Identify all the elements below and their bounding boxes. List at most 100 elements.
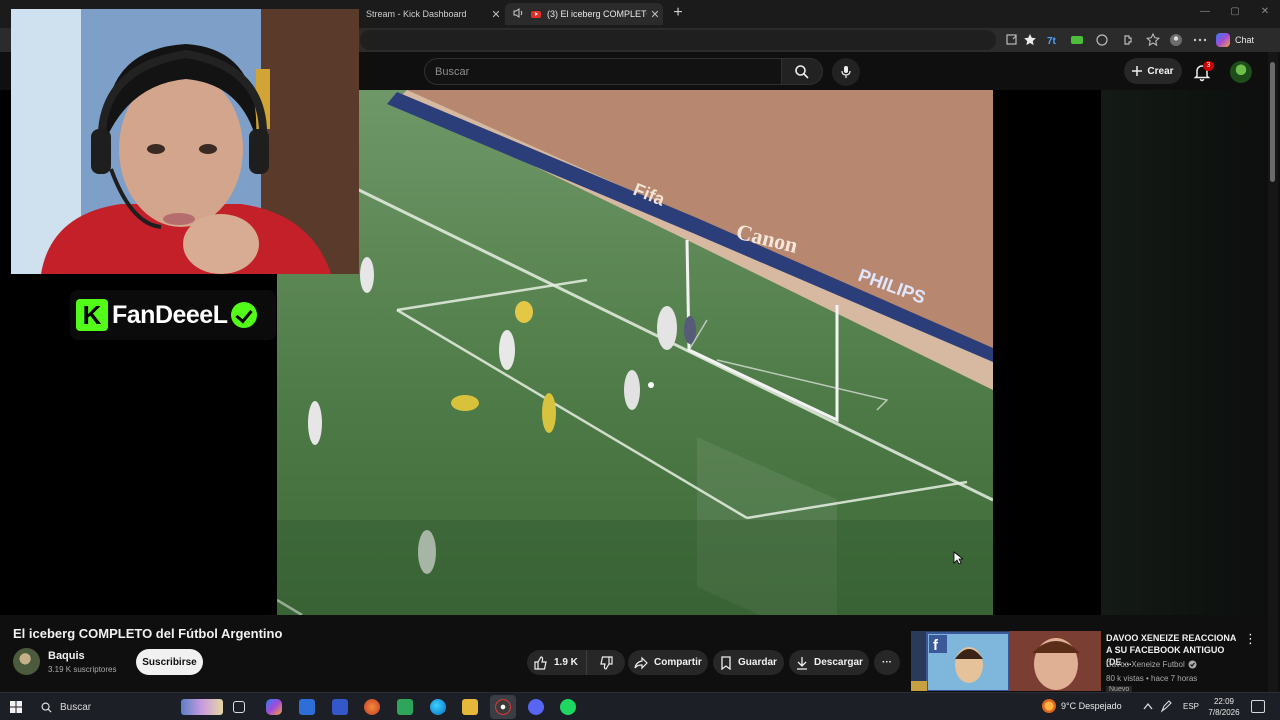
store-icon[interactable]: [397, 699, 413, 715]
voice-search-button[interactable]: [832, 58, 860, 86]
side-panel-background: [1101, 90, 1270, 615]
recommended-video-thumbnail[interactable]: f: [911, 631, 1101, 691]
search-icon: [41, 702, 52, 713]
create-label: Crear: [1147, 65, 1174, 77]
share-icon: [634, 656, 648, 669]
thumbs-up-icon: [534, 655, 547, 670]
create-button[interactable]: Crear: [1124, 58, 1182, 84]
discord-icon[interactable]: [528, 699, 544, 715]
search-button[interactable]: [781, 58, 823, 85]
download-button[interactable]: Descargar: [789, 650, 869, 675]
channel-name[interactable]: Baquis: [48, 650, 85, 662]
profile-icon[interactable]: [1168, 32, 1184, 48]
brave-browser-icon[interactable]: [364, 699, 380, 715]
recommended-more-options-icon[interactable]: ⋮: [1244, 632, 1257, 648]
vscode-icon[interactable]: [299, 699, 315, 715]
more-actions-button[interactable]: ···: [874, 650, 900, 675]
webcam-feed: [11, 9, 359, 274]
download-icon: [797, 656, 807, 670]
chevron-up-icon[interactable]: [1143, 702, 1153, 710]
obs-studio-icon[interactable]: [495, 699, 511, 715]
copilot-chat-button[interactable]: Chat: [1216, 31, 1254, 49]
streamer-webcam: [11, 9, 359, 274]
video-title: El iceberg COMPLETO del Fútbol Argentino: [13, 626, 283, 641]
save-label: Guardar: [738, 657, 777, 668]
recommended-thumbnail-image: f: [911, 631, 1101, 691]
tab-title: Stream - Kick Dashboard: [366, 9, 467, 19]
tab-youtube-video[interactable]: (3) El iceberg COMPLETO del ✕: [505, 3, 663, 25]
copilot-taskbar-icon[interactable]: [266, 699, 282, 715]
subscribe-button[interactable]: Suscribirse: [136, 649, 203, 675]
youtube-favicon-icon: [531, 10, 541, 18]
speaker-icon[interactable]: [513, 8, 527, 20]
recommended-channel-name: Davoo Xeneize Futbol: [1106, 660, 1185, 669]
settings-more-icon[interactable]: [1192, 32, 1208, 48]
tab-kick-dashboard[interactable]: Stream - Kick Dashboard ✕: [358, 3, 504, 25]
search-highlight-icon[interactable]: [181, 699, 223, 715]
football-match-scene: Fifa Canon PHILIPS: [277, 90, 993, 615]
save-button[interactable]: Guardar: [713, 650, 784, 675]
brand-text: FanDeeeL: [112, 300, 228, 329]
weather-text: 9°C Despejado: [1061, 701, 1122, 711]
notification-center-icon[interactable]: [1251, 700, 1265, 713]
plus-icon: [1132, 66, 1143, 76]
channel-avatar[interactable]: [13, 648, 40, 675]
microphone-icon: [841, 66, 851, 78]
video-frame[interactable]: Fifa Canon PHILIPS: [277, 90, 993, 615]
share-label: Compartir: [654, 657, 702, 668]
like-button[interactable]: 1.9 K: [527, 650, 587, 675]
windows-taskbar: Buscar 9°C Despejado ESP 22:09 7/8/2026: [0, 692, 1280, 720]
windows-start-icon[interactable]: [10, 701, 22, 713]
copilot-icon: [1216, 33, 1230, 47]
extension-green-icon[interactable]: [1069, 32, 1085, 48]
file-explorer-icon[interactable]: [462, 699, 478, 715]
mouse-cursor-icon: [953, 551, 963, 565]
edge-browser-icon[interactable]: [430, 699, 446, 715]
clock[interactable]: 22:09 7/8/2026: [1204, 696, 1244, 718]
notification-count-badge: 3: [1203, 61, 1214, 71]
dislike-button[interactable]: [587, 655, 625, 670]
favorites-icon[interactable]: [1145, 32, 1161, 48]
scrollbar-thumb[interactable]: [1270, 62, 1275, 182]
page-scrollbar[interactable]: [1268, 52, 1278, 692]
download-label: Descargar: [814, 657, 863, 668]
address-bar[interactable]: [360, 30, 996, 50]
close-tab-icon[interactable]: ✕: [647, 8, 663, 21]
svg-text:7t: 7t: [1047, 36, 1057, 47]
close-window-button[interactable]: ✕: [1250, 6, 1280, 17]
spotify-icon[interactable]: [560, 699, 576, 715]
extension-puzzle-icon[interactable]: [1094, 32, 1110, 48]
extension-translate-icon[interactable]: 7t: [1046, 32, 1062, 48]
tab-title: (3) El iceberg COMPLETO del: [547, 9, 647, 19]
search-box[interactable]: [424, 58, 782, 85]
close-tab-icon[interactable]: ✕: [488, 8, 504, 21]
like-count: 1.9 K: [554, 657, 578, 668]
weather-widget[interactable]: 9°C Despejado: [1042, 699, 1122, 713]
fandeel-brand-logo: K FanDeeeL: [70, 290, 276, 340]
minimize-button[interactable]: —: [1190, 6, 1220, 17]
kick-logo-icon: K: [76, 299, 108, 331]
pen-input-icon[interactable]: [1160, 700, 1173, 713]
video-info-bar: El iceberg COMPLETO del Fútbol Argentino…: [0, 615, 1270, 692]
app-blue-icon[interactable]: [332, 699, 348, 715]
recommended-video-meta: 80 k vistas • hace 7 horas: [1106, 674, 1198, 683]
language-indicator[interactable]: ESP: [1183, 702, 1199, 711]
search-input[interactable]: [425, 59, 781, 84]
weather-sun-icon: [1042, 699, 1056, 713]
app-available-icon[interactable]: [1004, 32, 1020, 48]
subscriber-count: 3.19 K suscriptores: [48, 665, 117, 674]
maximize-button[interactable]: ▢: [1220, 6, 1250, 17]
recommended-channel[interactable]: Davoo Xeneize Futbol: [1106, 660, 1197, 669]
share-button[interactable]: Compartir: [628, 650, 708, 675]
clock-date: 7/8/2026: [1208, 708, 1240, 717]
user-avatar[interactable]: [1230, 61, 1252, 83]
like-dislike-group: 1.9 K: [527, 650, 625, 675]
extensions-icon[interactable]: [1121, 32, 1137, 48]
task-view-icon[interactable]: [233, 701, 245, 713]
thumbs-down-icon: [600, 655, 613, 670]
chat-label: Chat: [1235, 35, 1255, 45]
bookmark-icon: [721, 655, 731, 670]
bookmark-star-icon[interactable]: [1022, 32, 1038, 48]
clock-time: 22:09: [1213, 697, 1235, 706]
new-tab-button[interactable]: +: [669, 4, 687, 22]
